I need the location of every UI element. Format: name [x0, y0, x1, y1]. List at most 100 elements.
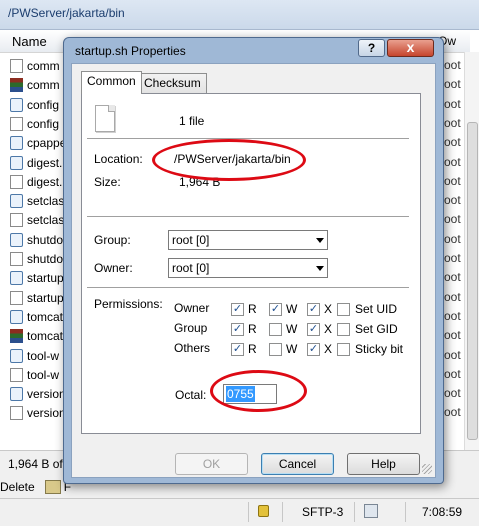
books-icon: [10, 328, 23, 343]
file-name: config: [27, 116, 60, 131]
permission-x-checkbox[interactable]: ✓: [307, 343, 320, 356]
file-name: shutdo: [27, 251, 64, 266]
special-bit-checkbox[interactable]: [337, 343, 350, 356]
permission-r-label: R: [248, 302, 257, 316]
list-item[interactable]: tomcat: [10, 307, 70, 326]
owner-label: Owner:: [94, 261, 133, 275]
file-name: shutdo: [27, 232, 64, 247]
list-item[interactable]: tomcat: [10, 326, 70, 345]
permission-x-label: X: [324, 302, 333, 316]
doc-icon: [10, 212, 23, 227]
list-item[interactable]: shutdo: [10, 230, 70, 249]
permission-r-label: R: [248, 342, 257, 356]
gear-icon: [10, 309, 23, 324]
help-icon: ?: [367, 41, 376, 55]
ok-button[interactable]: OK: [175, 453, 248, 475]
file-list-scrollbar[interactable]: [464, 52, 479, 450]
cancel-button[interactable]: Cancel: [261, 453, 334, 475]
size-label: Size:: [94, 175, 121, 189]
divider: [87, 138, 409, 140]
list-item[interactable]: config: [10, 114, 70, 133]
list-item[interactable]: config: [10, 95, 70, 114]
folder-icon[interactable]: [44, 480, 61, 494]
list-item[interactable]: comm: [10, 56, 70, 75]
close-icon: x: [406, 39, 415, 55]
common-tab-page: 1 file Location: /PWServer/jakarta/bin S…: [81, 93, 421, 434]
list-item[interactable]: comm: [10, 75, 70, 94]
list-item[interactable]: startup: [10, 288, 70, 307]
column-name[interactable]: Name: [12, 34, 47, 49]
list-item[interactable]: digest.: [10, 172, 70, 191]
permissions-label: Permissions:: [94, 297, 163, 311]
permission-x-checkbox[interactable]: ✓: [307, 323, 320, 336]
permission-x-label: X: [324, 342, 333, 356]
path-text: /PWServer/jakarta/bin: [8, 6, 125, 20]
gear-icon: [10, 193, 23, 208]
check-icon: ✓: [232, 323, 243, 335]
doc-icon: [10, 251, 23, 266]
resize-grip[interactable]: [422, 464, 432, 474]
list-item[interactable]: shutdo: [10, 249, 70, 268]
special-bit-checkbox[interactable]: [337, 303, 350, 316]
path-bar[interactable]: /PWServer/jakarta/bin: [0, 0, 479, 30]
list-item[interactable]: version: [10, 384, 70, 403]
permission-r-checkbox[interactable]: ✓: [231, 303, 244, 316]
list-item[interactable]: cpappe: [10, 133, 70, 152]
file-name: tomcat: [27, 309, 64, 324]
protocol-indicator: SFTP-3: [302, 505, 344, 519]
file-name: tool-w: [27, 348, 60, 363]
file-name: startup: [27, 290, 64, 305]
permission-r-checkbox[interactable]: ✓: [231, 343, 244, 356]
file-name: version: [27, 386, 66, 401]
list-item[interactable]: setclas: [10, 191, 70, 210]
list-item[interactable]: setclas: [10, 210, 70, 229]
file-name: config: [27, 97, 60, 112]
file-name: startup: [27, 270, 64, 285]
status-separator: [248, 502, 249, 522]
permission-r-label: R: [248, 322, 257, 336]
doc-icon: [10, 58, 23, 73]
group-select[interactable]: root [0]: [168, 230, 328, 250]
file-name: digest.: [27, 174, 63, 189]
delete-button[interactable]: Delete: [0, 480, 35, 494]
doc-icon: [10, 116, 23, 131]
properties-dialog: startup.sh Properties ? x Common Checksu…: [63, 37, 444, 484]
divider: [87, 287, 409, 289]
gear-icon: [10, 97, 23, 112]
tab-checksum[interactable]: Checksum: [138, 73, 207, 93]
list-item[interactable]: tool-w: [10, 346, 70, 365]
title-help-button[interactable]: ?: [358, 39, 385, 57]
file-name: version: [27, 405, 66, 420]
perm-row-label: Others: [174, 341, 211, 355]
scrollbar-thumb[interactable]: [467, 122, 478, 440]
chevron-down-icon: [316, 238, 324, 243]
special-bit-checkbox[interactable]: [337, 323, 350, 336]
permission-w-checkbox[interactable]: [269, 343, 282, 356]
list-item[interactable]: version: [10, 403, 70, 422]
books-icon: [10, 77, 23, 92]
location-value[interactable]: /PWServer/jakarta/bin: [174, 152, 291, 166]
special-bit-label: Sticky bit: [355, 342, 404, 356]
check-icon: ✓: [308, 323, 319, 335]
permission-w-checkbox[interactable]: [269, 323, 282, 336]
file-name: cpappe: [27, 135, 67, 150]
list-item[interactable]: digest.: [10, 153, 70, 172]
list-item[interactable]: tool-w: [10, 365, 70, 384]
gear-icon: [10, 386, 23, 401]
permission-r-checkbox[interactable]: ✓: [231, 323, 244, 336]
permission-x-checkbox[interactable]: ✓: [307, 303, 320, 316]
list-item[interactable]: startup: [10, 268, 70, 287]
octal-input[interactable]: 0755: [223, 384, 277, 404]
close-button[interactable]: x: [387, 39, 434, 57]
doc-icon: [10, 405, 23, 420]
help-button[interactable]: Help: [347, 453, 420, 475]
perm-row-label: Owner: [174, 301, 210, 315]
status-separator: [354, 502, 355, 522]
owner-select[interactable]: root [0]: [168, 258, 328, 278]
file-name: setclas: [27, 212, 65, 227]
check-icon: ✓: [308, 343, 319, 355]
permission-w-checkbox[interactable]: ✓: [269, 303, 282, 316]
file-name: tool-w: [27, 367, 60, 382]
owner-select-value: root [0]: [172, 261, 210, 275]
tab-common[interactable]: Common: [81, 71, 142, 94]
